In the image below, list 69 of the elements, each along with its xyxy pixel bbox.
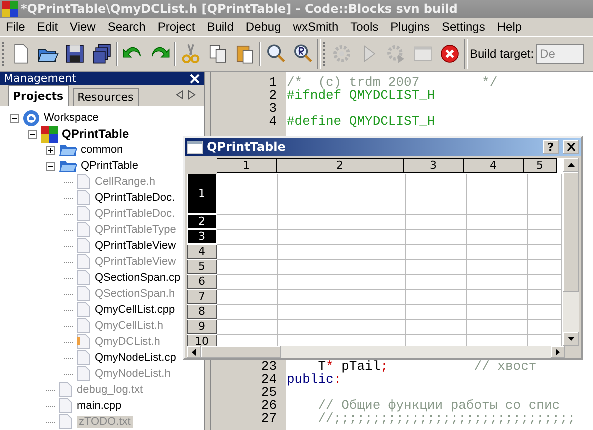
line-number: 24 bbox=[260, 373, 277, 386]
code-line: public: bbox=[287, 373, 342, 386]
row-header[interactable]: 2 bbox=[187, 215, 217, 229]
line-number: 26 bbox=[260, 399, 277, 412]
tree-item[interactable]: QPrintTableType bbox=[95, 224, 176, 236]
row-header[interactable]: 3 bbox=[187, 230, 217, 244]
tree-item[interactable]: QmyNodeList.cp bbox=[95, 352, 176, 364]
panel-title: Management bbox=[4, 72, 76, 85]
tree-item[interactable]: QPrintTableDoc. bbox=[95, 208, 176, 220]
tree-item[interactable]: QPrintTable bbox=[62, 127, 130, 141]
code-line: // Общие функции работы со спис bbox=[317, 399, 560, 412]
menu-item[interactable]: Project bbox=[152, 20, 202, 34]
code-line: T* pTail; // хвост bbox=[318, 360, 537, 373]
column-header[interactable]: 5 bbox=[524, 158, 557, 173]
row-header[interactable]: 1 bbox=[187, 174, 217, 214]
help-button[interactable]: ? bbox=[543, 140, 559, 154]
dialog-title: QPrintTable bbox=[207, 140, 286, 154]
menu-item[interactable]: Help bbox=[491, 20, 528, 34]
tree-item[interactable]: QmyNodeList.h bbox=[95, 368, 171, 380]
tree-item[interactable]: QPrintTableView bbox=[95, 240, 176, 252]
menu-item[interactable]: Tools bbox=[344, 20, 385, 34]
line-number: 23 bbox=[260, 360, 277, 373]
menu-item[interactable]: Search bbox=[102, 20, 152, 34]
menu-item[interactable]: Plugins bbox=[384, 20, 436, 34]
line-number: 1 bbox=[268, 76, 277, 89]
tree-item[interactable]: QSectionSpan.cp bbox=[95, 272, 181, 284]
column-header[interactable]: 3 bbox=[404, 158, 464, 173]
window-title: *QPrintTable\QmyDCList.h [QPrintTable] - Code::Blocks svn build bbox=[21, 2, 458, 16]
tree-item[interactable]: CellRange.h bbox=[95, 176, 156, 188]
panel-tab[interactable]: Resources bbox=[72, 88, 139, 106]
tree-item[interactable]: QmyDCList.h bbox=[95, 336, 160, 348]
row-header[interactable]: 4 bbox=[187, 245, 217, 259]
line-number: 25 bbox=[260, 386, 277, 399]
tree-item[interactable]: main.cpp bbox=[77, 400, 122, 412]
menu-item[interactable]: Settings bbox=[436, 20, 492, 34]
code-line: /* (c) trdm 2007 */ bbox=[287, 76, 498, 89]
line-number: 27 bbox=[260, 412, 277, 425]
menu-item[interactable]: Edit bbox=[31, 20, 64, 34]
code-line: //;;;;;;;;;;;;;;;;;;;;;;;;;;;;;;; bbox=[317, 412, 576, 425]
menu-item[interactable]: Debug bbox=[240, 20, 288, 34]
tree-item[interactable]: QPrintTableDoc. bbox=[95, 192, 176, 204]
row-header[interactable]: 7 bbox=[187, 290, 217, 304]
menu-item[interactable]: Build bbox=[201, 20, 240, 34]
menu-item[interactable]: wxSmith bbox=[287, 20, 345, 34]
row-header[interactable]: 10 bbox=[187, 335, 217, 346]
code-line: #ifndef QMYDCLIST_H bbox=[287, 89, 436, 102]
tree-item[interactable]: QPrintTableView bbox=[95, 256, 176, 268]
row-header[interactable]: 8 bbox=[187, 305, 217, 319]
tree-item[interactable]: QmyCellList.cpp bbox=[95, 304, 176, 316]
panel-tab[interactable]: Projects bbox=[8, 85, 69, 106]
row-header[interactable]: 5 bbox=[187, 260, 217, 274]
column-header[interactable]: 1 bbox=[217, 158, 277, 173]
code-line: #define QMYDCLIST_H bbox=[287, 115, 436, 128]
menu-item[interactable]: File bbox=[0, 20, 32, 34]
column-header[interactable]: 2 bbox=[277, 158, 404, 173]
tree-item[interactable]: QSectionSpan.h bbox=[95, 288, 176, 300]
column-header[interactable]: 4 bbox=[464, 158, 524, 173]
tree-item[interactable]: common bbox=[81, 144, 124, 156]
menu-item[interactable]: View bbox=[64, 20, 102, 34]
row-header[interactable]: 6 bbox=[187, 275, 217, 289]
tree-item[interactable]: debug_log.txt bbox=[77, 384, 144, 396]
tree-item[interactable]: Workspace bbox=[44, 112, 99, 124]
row-header[interactable]: 9 bbox=[187, 320, 217, 334]
tree-item[interactable]: QmyCellList.h bbox=[95, 320, 164, 332]
line-number: 3 bbox=[268, 102, 277, 115]
line-number: 4 bbox=[268, 115, 277, 128]
build-target-label: Build target: bbox=[470, 47, 534, 61]
tree-item[interactable]: QPrintTable bbox=[81, 160, 138, 172]
line-number: 2 bbox=[268, 89, 277, 102]
